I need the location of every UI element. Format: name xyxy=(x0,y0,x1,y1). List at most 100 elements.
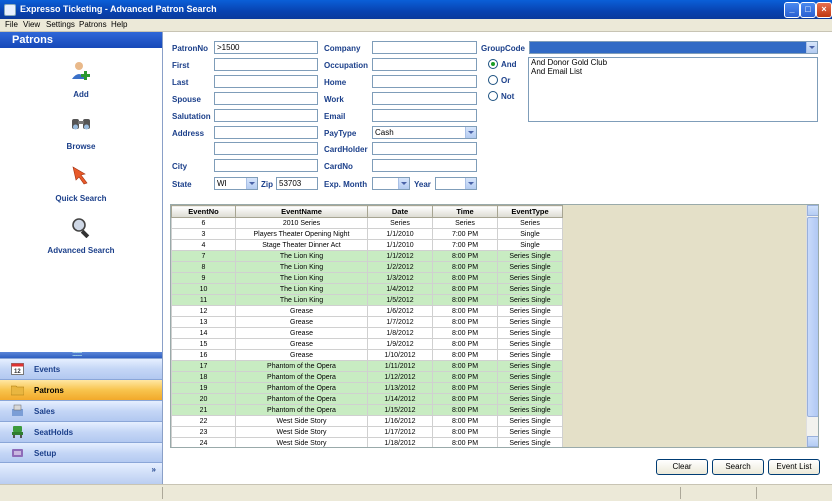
list-item[interactable]: And Donor Gold Club xyxy=(529,58,817,67)
menu-help[interactable]: Help xyxy=(111,20,127,29)
table-row[interactable]: 19 Phantom of the Opera 1/13/2012 8:00 PM Se… xyxy=(171,382,563,394)
table-row[interactable]: 23 West Side Story 1/17/2012 8:00 PM Series … xyxy=(171,426,563,438)
home-phone-input[interactable] xyxy=(372,75,477,88)
state-select[interactable]: WI xyxy=(214,177,258,190)
nav-advanced-search[interactable]: Advanced Search xyxy=(0,216,162,256)
spouse-input[interactable] xyxy=(214,92,318,105)
occupation-input[interactable] xyxy=(372,58,477,71)
first-input[interactable] xyxy=(214,58,318,71)
sales-icon xyxy=(12,404,23,416)
table-row[interactable]: 3 Players Theater Opening Night 1/1/2010 7:… xyxy=(171,228,563,240)
status-divider xyxy=(162,487,163,499)
table-cell: Series Single xyxy=(497,349,563,361)
menu-view[interactable]: View xyxy=(23,20,40,29)
group-criteria-list[interactable]: And Donor Gold Club And Email List xyxy=(528,57,818,122)
salutation-label: Salutation xyxy=(172,112,211,121)
table-row[interactable]: 14 Grease 1/8/2012 8:00 PM Series Single xyxy=(171,327,563,339)
table-row[interactable]: 4 Stage Theater Dinner Act 1/1/2010 7:00 PM… xyxy=(171,239,563,251)
nav-quick-search-label: Quick Search xyxy=(55,194,107,203)
menu-file[interactable]: File xyxy=(5,20,18,29)
zip-input[interactable]: 53703 xyxy=(276,177,318,190)
groupcode-select[interactable] xyxy=(529,41,818,54)
year-select[interactable] xyxy=(435,177,477,190)
table-row[interactable]: 21 Phantom of the Opera 1/15/2012 8:00 PM Se… xyxy=(171,404,563,416)
close-button[interactable]: × xyxy=(816,2,832,18)
menu-settings[interactable]: Settings xyxy=(46,20,75,29)
minimize-button[interactable]: _ xyxy=(784,2,800,18)
table-row[interactable]: 13 Grease 1/7/2012 8:00 PM Series Single xyxy=(171,316,563,328)
col-header-date[interactable]: Date xyxy=(367,205,433,218)
stack-sales[interactable]: Sales xyxy=(0,400,162,421)
table-row[interactable]: 17 Phantom of the Opera 1/11/2012 8:00 PM Se… xyxy=(171,360,563,372)
table-row[interactable]: 18 Phantom of the Opera 1/12/2012 8:00 PM Se… xyxy=(171,371,563,383)
title-bar: Expresso Ticketing - Advanced Patron Sea… xyxy=(0,0,832,19)
table-row[interactable]: 15 Grease 1/9/2012 8:00 PM Series Single xyxy=(171,338,563,350)
scroll-up-icon[interactable] xyxy=(807,205,818,216)
nav-add[interactable]: Add xyxy=(0,60,162,100)
year-label: Year xyxy=(414,180,431,189)
table-cell: Series Single xyxy=(497,426,563,438)
radio-not[interactable] xyxy=(488,91,498,101)
patronno-label: PatronNo xyxy=(172,44,208,53)
col-header-eventname[interactable]: EventName xyxy=(235,205,368,218)
table-cell: 1/5/2012 xyxy=(367,294,433,306)
company-input[interactable] xyxy=(372,41,477,54)
stack-events[interactable]: 12 Events xyxy=(0,358,162,379)
salutation-input[interactable] xyxy=(214,109,318,122)
table-row[interactable]: 16 Grease 1/10/2012 8:00 PM Series Single xyxy=(171,349,563,361)
vertical-scrollbar[interactable] xyxy=(806,205,818,447)
work-phone-input[interactable] xyxy=(372,92,477,105)
table-row[interactable]: 7 The Lion King 1/1/2012 8:00 PM Series Sing… xyxy=(171,250,563,262)
city-input[interactable] xyxy=(214,159,318,172)
address-input[interactable] xyxy=(214,126,318,139)
search-button[interactable]: Search xyxy=(712,459,764,475)
scroll-down-icon[interactable] xyxy=(807,436,818,447)
chevron-down-icon[interactable] xyxy=(806,42,817,53)
table-row[interactable]: 24 West Side Story 1/18/2012 8:00 PM Series … xyxy=(171,437,563,447)
cardholder-input[interactable] xyxy=(372,142,477,155)
chevron-down-icon[interactable] xyxy=(398,178,409,189)
nav-browse[interactable]: Browse xyxy=(0,112,162,152)
table-row[interactable]: 20 Phantom of the Opera 1/14/2012 8:00 PM Se… xyxy=(171,393,563,405)
table-row[interactable]: 10 The Lion King 1/4/2012 8:00 PM Series Sin… xyxy=(171,283,563,295)
col-header-time[interactable]: Time xyxy=(432,205,498,218)
table-row[interactable]: 11 The Lion King 1/5/2012 8:00 PM Series Sin… xyxy=(171,294,563,306)
event-list-button[interactable]: Event List xyxy=(768,459,820,475)
overflow-chevron-icon[interactable]: » xyxy=(152,465,156,474)
radio-or-label: Or xyxy=(501,76,511,85)
nav-quick-search[interactable]: Quick Search xyxy=(0,164,162,204)
paytype-select[interactable]: Cash xyxy=(372,126,477,139)
table-cell: West Side Story xyxy=(235,426,368,438)
address-line2-input[interactable] xyxy=(214,142,318,155)
list-item[interactable]: And Email List xyxy=(529,67,817,76)
last-input[interactable] xyxy=(214,75,318,88)
table-row[interactable]: 8 The Lion King 1/2/2012 8:00 PM Series Sing… xyxy=(171,261,563,273)
chevron-down-icon[interactable] xyxy=(465,127,476,138)
table-cell: 1/9/2012 xyxy=(367,338,433,350)
table-row[interactable]: 12 Grease 1/6/2012 8:00 PM Series Single xyxy=(171,305,563,317)
table-row[interactable]: 6 2010 Series Series Series Series xyxy=(171,217,563,229)
menu-patrons[interactable]: Patrons xyxy=(79,20,107,29)
table-row[interactable]: 9 The Lion King 1/3/2012 8:00 PM Series Sing… xyxy=(171,272,563,284)
patronno-input[interactable]: >1500 xyxy=(214,41,318,54)
radio-and[interactable] xyxy=(488,59,498,69)
cardno-input[interactable] xyxy=(372,159,477,172)
table-row[interactable]: 22 West Side Story 1/16/2012 8:00 PM Series … xyxy=(171,415,563,427)
stack-patrons[interactable]: Patrons xyxy=(0,379,162,400)
email-input[interactable] xyxy=(372,109,477,122)
table-cell: 1/12/2012 xyxy=(367,371,433,383)
stack-seatholds[interactable]: SeatHolds xyxy=(0,421,162,442)
table-cell: 1/18/2012 xyxy=(367,437,433,447)
table-cell: 17 xyxy=(171,360,236,372)
clear-button[interactable]: Clear xyxy=(656,459,708,475)
col-header-eventtype[interactable]: EventType xyxy=(497,205,563,218)
stack-setup[interactable]: Setup xyxy=(0,442,162,463)
col-header-eventno[interactable]: EventNo xyxy=(171,205,236,218)
scroll-thumb[interactable] xyxy=(807,217,818,417)
maximize-button[interactable]: □ xyxy=(800,2,816,18)
stack-overflow[interactable]: » xyxy=(0,462,162,485)
chevron-down-icon[interactable] xyxy=(246,178,257,189)
radio-or[interactable] xyxy=(488,75,498,85)
chevron-down-icon[interactable] xyxy=(465,178,476,189)
expmonth-select[interactable] xyxy=(372,177,410,190)
